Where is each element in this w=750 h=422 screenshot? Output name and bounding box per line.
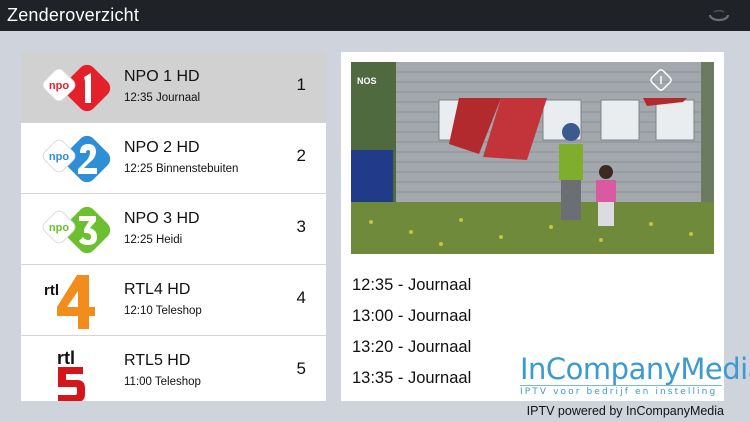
brand-logo: InCompanyMedia IPTV voor bedrijf en inst… [520,352,750,397]
channel-detail-panel: NOS 12:35 - Journaal 13:00 - Journaal 13… [341,52,750,401]
channel-row-npo-3[interactable]: npo NPO 3 HD 12:25 Heidi 3 [21,194,326,265]
title-bar: Zenderoverzicht [0,0,750,31]
channel-program: 12:25 Heidi [124,234,183,246]
schedule-item: 13:20 - Journaal [352,338,472,356]
broadcaster-watermark: NOS [357,76,377,86]
channel-program: 11:00 Teleshop [124,376,201,388]
brand-name: InCompanyMedia [520,352,750,386]
svg-text:npo: npo [49,80,69,92]
channel-program: 12:35 Journaal [124,92,201,104]
channel-row-npo-2[interactable]: npo NPO 2 HD 12:25 Binnenstebuiten 2 [21,123,326,194]
schedule-item: 13:00 - Journaal [352,307,472,325]
activity-spinner-icon [708,9,730,22]
brand-tagline: IPTV voor bedrijf en instelling [520,387,718,397]
svg-text:npo: npo [49,222,69,234]
channel-row-npo-1[interactable]: npo NPO 1 HD 12:35 Journaal 1 [21,52,326,123]
channel-number: 4 [296,288,306,307]
npo-2-logo: npo [37,129,111,189]
video-preview[interactable]: NOS [351,62,714,254]
rtl-4-logo: rtl [37,271,111,331]
channel-name: RTL4 HD [124,281,191,298]
channel-name: RTL5 HD [124,352,191,369]
program-schedule: 12:35 - Journaal 13:00 - Journaal 13:20 … [352,274,471,398]
channel-name: NPO 2 HD [124,139,200,156]
npo-1-logo: npo [37,58,111,118]
channel-row-rtl-5[interactable]: rtl RTL5 HD 11:00 Teleshop 5 [21,336,326,401]
channel-name: NPO 3 HD [124,210,200,227]
channel-number: 2 [296,146,306,165]
channel-number: 5 [296,359,306,378]
channel-program: 12:25 Binnenstebuiten [124,163,239,175]
svg-text:rtl: rtl [57,348,75,368]
channel-program: 12:10 Teleshop [124,305,202,317]
channel-number: 1 [296,75,306,94]
schedule-item: 13:35 - Journaal [352,369,472,387]
channel-number: 3 [296,217,306,236]
channel-list: npo NPO 1 HD 12:35 Journaal 1 npo NPO 2 … [21,52,326,401]
channel-name: NPO 1 HD [124,68,200,85]
page-title: Zenderoverzicht [7,5,140,25]
npo-3-logo: npo [37,200,111,260]
svg-text:npo: npo [49,151,69,163]
rtl-5-logo: rtl [37,342,111,401]
powered-by-text: IPTV powered by InCompanyMedia [526,404,724,418]
svg-text:rtl: rtl [44,282,59,299]
schedule-item: 12:35 - Journaal [352,276,472,294]
channel-row-rtl-4[interactable]: rtl RTL4 HD 12:10 Teleshop 4 [21,265,326,336]
